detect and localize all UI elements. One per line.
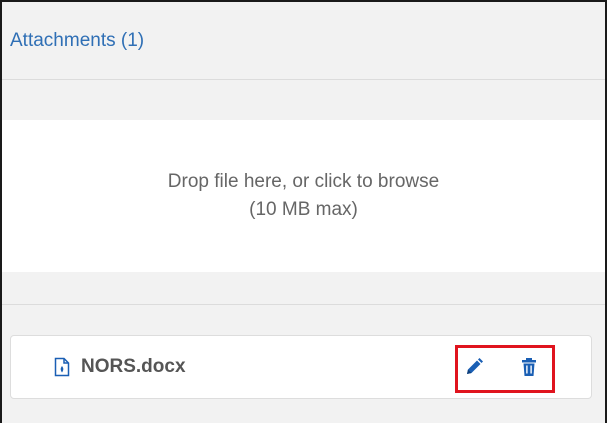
dropzone-size-limit: (10 MB max) [249, 199, 358, 220]
file-dropzone[interactable]: Drop file here, or click to browse (10 M… [2, 120, 605, 272]
document-file-icon [53, 356, 71, 378]
spacer-band [2, 80, 605, 120]
attachment-file-name[interactable]: NORS.docx [81, 356, 186, 378]
dropzone-instruction: Drop file here, or click to browse [167, 171, 440, 192]
attachments-title[interactable]: Attachments (1) [10, 30, 144, 52]
spacer-band-lower [2, 272, 605, 305]
pencil-edit-icon[interactable] [463, 356, 485, 378]
trash-delete-icon[interactable] [518, 356, 540, 378]
attachments-header: Attachments (1) [2, 2, 605, 80]
